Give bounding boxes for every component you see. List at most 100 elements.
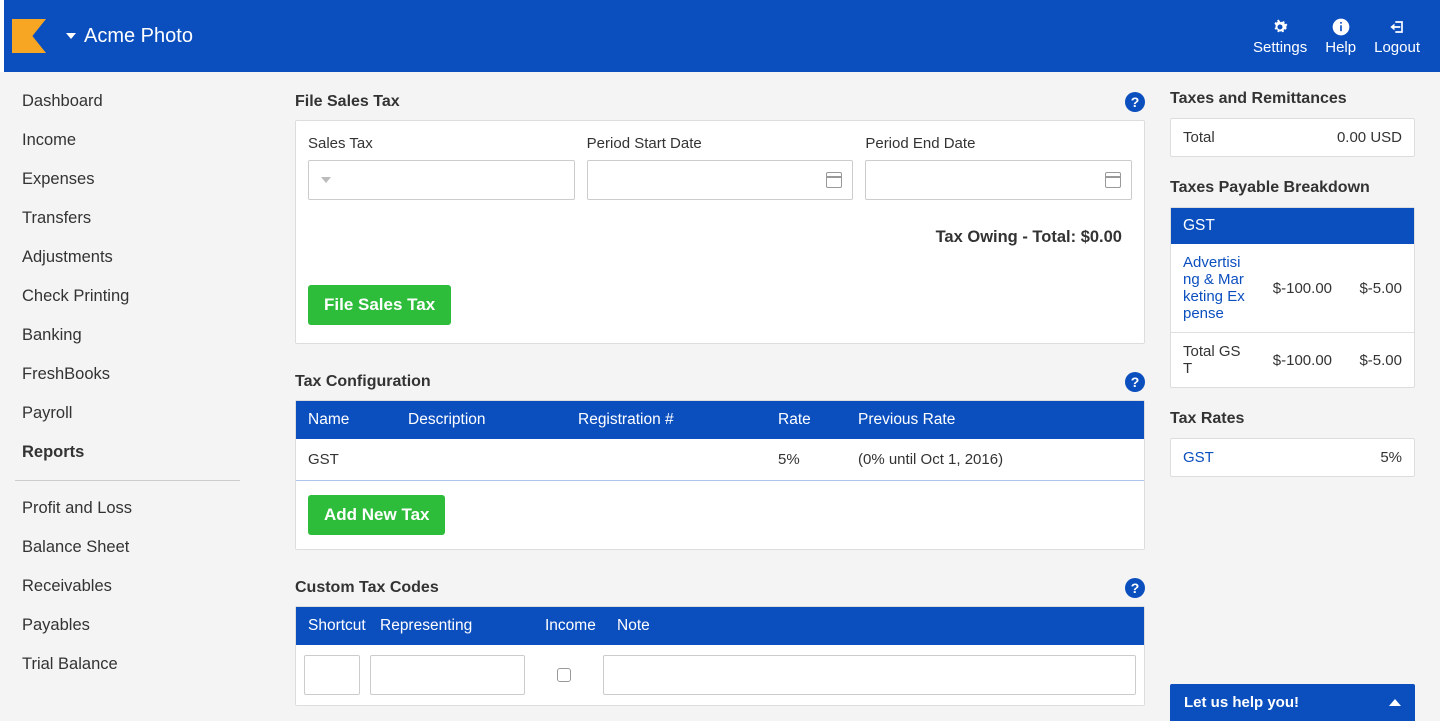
logout-icon — [1387, 17, 1407, 37]
custom-tax-codes-title: Custom Tax Codes — [295, 579, 439, 597]
payable-breakdown-box: GST Advertising & Marketing Expense $-10… — [1170, 207, 1415, 388]
td-description — [408, 451, 578, 468]
help-banner[interactable]: Let us help you! — [1170, 684, 1415, 721]
nav-receivables[interactable]: Receivables — [0, 567, 255, 606]
total-value: 0.00 USD — [1337, 129, 1402, 146]
logo-stripe — [0, 0, 4, 72]
nav-banking[interactable]: Banking — [0, 316, 255, 355]
org-name: Acme Photo — [84, 25, 193, 48]
payable-breakdown-tax-name: GST — [1171, 208, 1414, 244]
th-name: Name — [308, 411, 408, 429]
th-note: Note — [617, 617, 1132, 635]
td-rate: 5% — [778, 451, 858, 468]
payable-total-amt1: $-100.00 — [1251, 352, 1332, 369]
period-start-input[interactable] — [587, 160, 854, 200]
custom-tax-codes-header: Custom Tax Codes ? — [295, 578, 1145, 598]
help-button[interactable]: Help — [1325, 17, 1356, 56]
info-icon — [1331, 17, 1351, 37]
tax-config-table-header: Name Description Registration # Rate Pre… — [296, 401, 1144, 439]
tax-owing-total: Tax Owing - Total: $0.00 — [308, 228, 1132, 247]
tax-config-table-row[interactable]: GST 5% (0% until Oct 1, 2016) — [296, 439, 1144, 481]
ctc-representing-input[interactable] — [370, 655, 525, 695]
td-name: GST — [308, 451, 408, 468]
nav-income[interactable]: Income — [0, 121, 255, 160]
caret-down-icon — [66, 33, 76, 39]
nav-divider — [15, 480, 240, 481]
tax-rate-name[interactable]: GST — [1183, 449, 1214, 466]
period-start-label: Period Start Date — [587, 135, 854, 152]
payable-total-label: Total GST — [1183, 333, 1251, 387]
nav-balance-sheet[interactable]: Balance Sheet — [0, 528, 255, 567]
th-registration: Registration # — [578, 411, 778, 429]
topbar-left: Acme Photo — [0, 0, 193, 72]
payable-row-name[interactable]: Advertising & Marketing Expense — [1183, 244, 1251, 332]
tax-rates-box: GST 5% — [1170, 438, 1415, 477]
logout-label: Logout — [1374, 39, 1420, 56]
logo-flag-icon — [12, 19, 46, 53]
help-icon[interactable]: ? — [1125, 578, 1145, 598]
ctc-note-input[interactable] — [603, 655, 1136, 695]
nav-payroll[interactable]: Payroll — [0, 394, 255, 433]
payable-row-amt1: $-100.00 — [1251, 280, 1332, 297]
total-label: Total — [1183, 129, 1215, 146]
nav-expenses[interactable]: Expenses — [0, 160, 255, 199]
sales-tax-select[interactable] — [308, 160, 575, 200]
payable-breakdown-title: Taxes Payable Breakdown — [1170, 179, 1415, 197]
help-banner-label: Let us help you! — [1184, 694, 1299, 711]
topbar-right: Settings Help Logout — [1253, 17, 1420, 56]
nav-payables[interactable]: Payables — [0, 606, 255, 645]
calendar-icon — [1105, 172, 1121, 188]
custom-tax-codes-panel: Shortcut Representing Income Note — [295, 606, 1145, 706]
file-sales-tax-title: File Sales Tax — [295, 93, 400, 111]
tax-rates-title: Tax Rates — [1170, 410, 1415, 428]
file-sales-tax-panel: Sales Tax Period Start Date Period End D… — [295, 120, 1145, 344]
gear-icon — [1270, 17, 1290, 37]
help-label: Help — [1325, 39, 1356, 56]
period-end-input[interactable] — [865, 160, 1132, 200]
org-selector[interactable]: Acme Photo — [66, 25, 193, 48]
file-sales-tax-header: File Sales Tax ? — [295, 92, 1145, 112]
ctc-table-header: Shortcut Representing Income Note — [296, 607, 1144, 645]
nav-check-printing[interactable]: Check Printing — [0, 277, 255, 316]
th-description: Description — [408, 411, 578, 429]
settings-button[interactable]: Settings — [1253, 17, 1307, 56]
ctc-inputs-row — [296, 645, 1144, 705]
nav-freshbooks[interactable]: FreshBooks — [0, 355, 255, 394]
ctc-shortcut-input[interactable] — [304, 655, 360, 695]
period-end-label: Period End Date — [865, 135, 1132, 152]
td-previous: (0% until Oct 1, 2016) — [858, 451, 1132, 468]
help-icon[interactable]: ? — [1125, 92, 1145, 112]
th-previous: Previous Rate — [858, 411, 1132, 429]
th-income: Income — [545, 617, 617, 635]
th-shortcut: Shortcut — [308, 617, 380, 635]
file-sales-tax-button[interactable]: File Sales Tax — [308, 285, 451, 325]
chevron-up-icon — [1389, 699, 1401, 706]
nav-trial-balance[interactable]: Trial Balance — [0, 645, 255, 684]
th-rate: Rate — [778, 411, 858, 429]
calendar-icon — [826, 172, 842, 188]
nav-adjustments[interactable]: Adjustments — [0, 238, 255, 277]
nav-dashboard[interactable]: Dashboard — [0, 82, 255, 121]
right-column: Taxes and Remittances Total 0.00 USD Tax… — [1170, 72, 1440, 721]
payable-total-amt2: $-5.00 — [1332, 352, 1402, 369]
ctc-income-checkbox[interactable] — [557, 668, 571, 682]
tax-rates-row: GST 5% — [1171, 439, 1414, 476]
td-registration — [578, 451, 778, 468]
payable-row-amt2: $-5.00 — [1332, 280, 1402, 297]
settings-label: Settings — [1253, 39, 1307, 56]
nav-section-reports: Reports — [0, 433, 255, 472]
add-new-tax-button[interactable]: Add New Tax — [308, 495, 445, 535]
th-representing: Representing — [380, 617, 545, 635]
main-content: File Sales Tax ? Sales Tax Period Start … — [255, 72, 1170, 721]
nav-transfers[interactable]: Transfers — [0, 199, 255, 238]
payable-total-row: Total GST $-100.00 $-5.00 — [1171, 333, 1414, 387]
nav-profit-loss[interactable]: Profit and Loss — [0, 489, 255, 528]
sidebar: Dashboard Income Expenses Transfers Adju… — [0, 72, 255, 721]
top-bar: Acme Photo Settings Help Logout — [0, 0, 1440, 72]
help-icon[interactable]: ? — [1125, 372, 1145, 392]
logout-button[interactable]: Logout — [1374, 17, 1420, 56]
tax-config-panel: Name Description Registration # Rate Pre… — [295, 400, 1145, 550]
taxes-remittances-total-row: Total 0.00 USD — [1171, 119, 1414, 156]
caret-down-icon — [321, 177, 331, 183]
sales-tax-label: Sales Tax — [308, 135, 575, 152]
